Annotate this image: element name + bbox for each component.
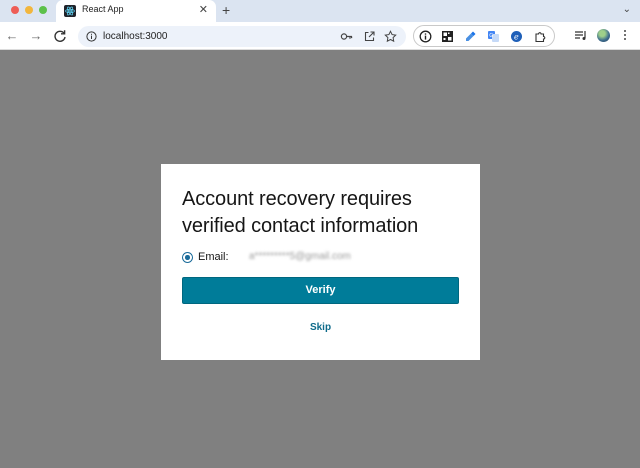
back-arrow-icon[interactable]: ← xyxy=(4,28,20,44)
ext-dropper-icon[interactable] xyxy=(464,30,477,43)
browser-tab[interactable]: React App ✕ xyxy=(56,0,216,22)
email-label: Email: xyxy=(198,251,229,263)
puzzle-icon[interactable] xyxy=(534,30,547,43)
new-tab-button[interactable]: + xyxy=(222,1,230,19)
media-queue-icon[interactable] xyxy=(574,29,587,42)
reload-icon[interactable] xyxy=(52,28,68,44)
svg-text:e: e xyxy=(514,32,519,41)
react-icon xyxy=(64,5,76,17)
obscured-email-value: a*********5@gmail.com xyxy=(249,251,351,262)
address-bar[interactable]: localhost:3000 xyxy=(78,26,406,47)
tab-bar: React App ✕ + ⌄ xyxy=(0,0,640,22)
extensions-group: G e xyxy=(413,25,555,47)
account-recovery-dialog: Account recovery requires verified conta… xyxy=(161,164,480,360)
open-external-icon[interactable] xyxy=(363,30,376,43)
ext-translate-icon[interactable]: G xyxy=(487,30,500,43)
kebab-menu-icon[interactable] xyxy=(622,28,628,43)
ext-grid-icon[interactable] xyxy=(441,30,454,43)
svg-text:G: G xyxy=(489,33,493,39)
maximize-window-button[interactable] xyxy=(39,6,47,14)
close-tab-icon[interactable]: ✕ xyxy=(199,3,208,17)
email-radio[interactable] xyxy=(182,252,193,263)
tab-title: React App xyxy=(82,4,124,14)
ext-e-icon[interactable]: e xyxy=(510,30,523,43)
minimize-window-button[interactable] xyxy=(25,6,33,14)
site-info-icon[interactable] xyxy=(86,31,97,42)
dialog-title: Account recovery requires verified conta… xyxy=(182,188,419,237)
tab-search-icon[interactable]: ⌄ xyxy=(623,3,631,17)
verify-button[interactable]: Verify xyxy=(182,277,459,304)
profile-avatar[interactable] xyxy=(597,29,610,42)
forward-arrow-icon[interactable]: → xyxy=(28,28,44,44)
bookmark-star-icon[interactable] xyxy=(384,30,397,43)
skip-link[interactable]: Skip xyxy=(161,322,480,333)
password-key-icon[interactable] xyxy=(340,30,353,43)
ext-info-icon[interactable] xyxy=(419,30,432,43)
url-text[interactable]: localhost:3000 xyxy=(103,31,168,42)
browser-toolbar: ← → localhost:3000 G e xyxy=(0,22,640,50)
close-window-button[interactable] xyxy=(11,6,19,14)
